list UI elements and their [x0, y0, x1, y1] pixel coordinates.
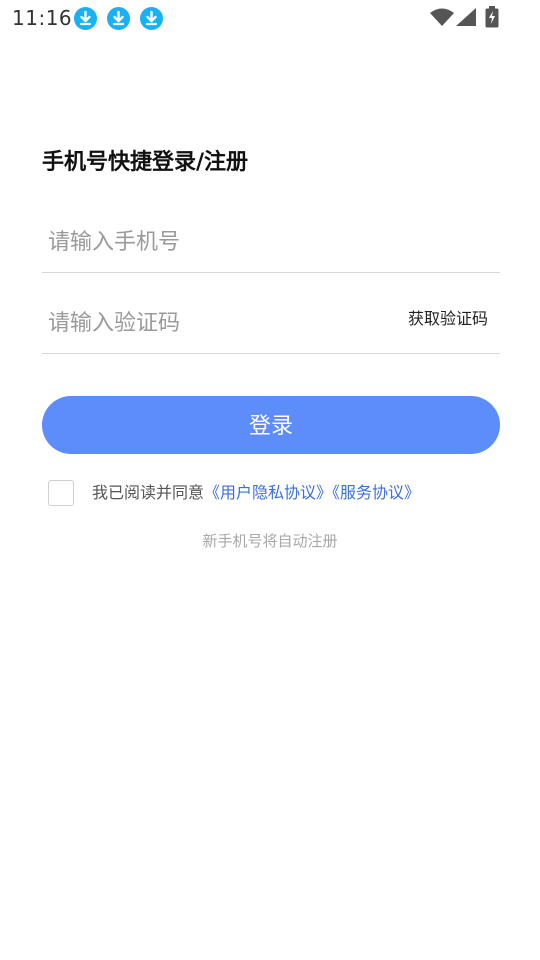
- cell-signal-icon: [456, 8, 476, 30]
- page-title: 手机号快捷登录/注册: [42, 150, 249, 175]
- status-time: 11:16: [12, 6, 73, 30]
- wifi-icon: [430, 8, 454, 30]
- agreement-text: 我已阅读并同意《用户隐私协议》《服务协议》: [92, 482, 420, 504]
- auto-register-hint: 新手机号将自动注册: [202, 532, 338, 550]
- phone-field: [42, 212, 500, 273]
- download-icon: [107, 7, 130, 30]
- agreement-checkbox[interactable]: [48, 480, 74, 506]
- verification-code-input[interactable]: [48, 303, 378, 343]
- login-button[interactable]: 登录: [42, 396, 500, 454]
- login-screen: 11:16 手机号快捷登录/注册 请输入手机号 请输入验证码 获取验证码 登录 …: [0, 0, 540, 960]
- download-icon: [74, 7, 97, 30]
- code-field: 获取验证码: [42, 293, 500, 354]
- privacy-policy-link[interactable]: 《用户隐私协议》: [204, 483, 332, 502]
- service-agreement-link[interactable]: 《服务协议》: [332, 483, 420, 502]
- battery-charging-icon: [485, 6, 499, 32]
- get-code-button[interactable]: 获取验证码: [408, 305, 488, 329]
- phone-input[interactable]: [48, 222, 378, 262]
- agreement-prefix: 我已阅读并同意: [92, 483, 205, 502]
- download-icon: [140, 7, 163, 30]
- status-bar: 11:16: [0, 0, 540, 36]
